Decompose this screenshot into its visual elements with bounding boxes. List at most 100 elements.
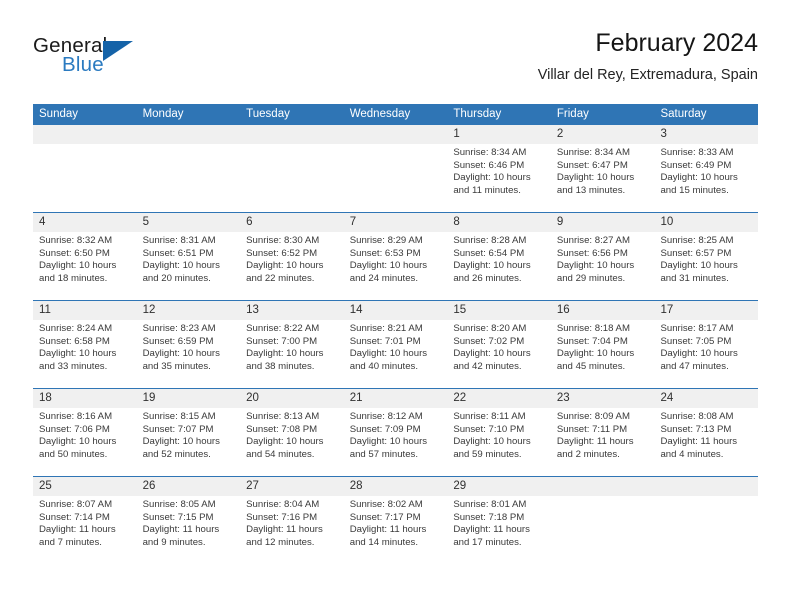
day-info: Sunrise: 8:33 AM Sunset: 6:49 PM Daylight:…: [654, 144, 758, 197]
day-cell[interactable]: 18 Sunrise: 8:16 AM Sunset: 7:06 PM Dayligh…: [33, 389, 137, 476]
page-header: General Blue February 2024 Villar del Re…: [33, 28, 758, 94]
sunrise-text: Sunrise: 8:11 AM: [453, 411, 526, 422]
sunrise-text: Sunrise: 8:21 AM: [349, 323, 423, 334]
day-number: [240, 125, 344, 144]
day-cell[interactable]: 4 Sunrise: 8:32 AM Sunset: 6:50 PM Daylight…: [33, 213, 137, 300]
logo-text-blue: Blue: [62, 53, 104, 76]
day-cell-empty: [33, 125, 137, 212]
day-cell[interactable]: 14 Sunrise: 8:21 AM Sunset: 7:01 PM Dayligh…: [343, 301, 448, 388]
sunset-text: Sunset: 7:06 PM: [39, 423, 110, 435]
day-cell[interactable]: 11 Sunrise: 8:24 AM Sunset: 6:58 PM Dayligh…: [33, 301, 137, 388]
day-info: Sunrise: 8:22 AM Sunset: 7:00 PM Daylight:…: [240, 320, 344, 373]
day-info: Sunrise: 8:23 AM Sunset: 6:59 PM Daylight:…: [137, 320, 241, 373]
title-block: February 2024 Villar del Rey, Extremadur…: [538, 28, 758, 86]
day-cell[interactable]: 13 Sunrise: 8:22 AM Sunset: 7:00 PM Dayligh…: [240, 301, 344, 388]
sunrise-text: Sunrise: 8:33 AM: [660, 147, 734, 158]
day-cell[interactable]: 2 Sunrise: 8:34 AM Sunset: 6:47 PM Daylight…: [550, 125, 655, 212]
sunset-text: Sunset: 6:46 PM: [453, 159, 525, 171]
calendar-week-inner: 11 Sunrise: 8:24 AM Sunset: 6:58 PM Dayligh…: [33, 301, 759, 388]
day-number: 4: [39, 216, 46, 228]
sunset-text: Sunset: 7:09 PM: [349, 423, 421, 435]
sunrise-text: Sunrise: 8:23 AM: [142, 323, 216, 334]
daylight-text: Daylight: 10 hours and 29 minutes.: [556, 260, 635, 284]
sunrise-text: Sunrise: 8:07 AM: [39, 499, 113, 510]
day-cell[interactable]: 22 Sunrise: 8:11 AM Sunset: 7:10 PM Dayligh…: [447, 389, 551, 476]
day-number: 5: [142, 216, 149, 228]
sunset-text: Sunset: 7:17 PM: [349, 511, 421, 523]
day-cell[interactable]: 1 Sunrise: 8:34 AM Sunset: 6:46 PM Daylight…: [447, 125, 551, 212]
day-number: 8: [453, 216, 460, 228]
day-number: 20: [246, 392, 259, 404]
day-number: [654, 477, 758, 496]
sunrise-text: Sunrise: 8:16 AM: [39, 411, 113, 422]
sunrise-text: Sunrise: 8:20 AM: [453, 323, 527, 334]
day-cell[interactable]: 20 Sunrise: 8:13 AM Sunset: 7:08 PM Dayligh…: [240, 389, 344, 476]
day-cell[interactable]: 29 Sunrise: 8:01 AM Sunset: 7:18 PM Dayligh…: [447, 477, 551, 564]
day-cell[interactable]: 26 Sunrise: 8:05 AM Sunset: 7:15 PM Dayligh…: [136, 477, 241, 564]
sunrise-text: Sunrise: 8:01 AM: [453, 499, 527, 510]
sunrise-text: Sunrise: 8:25 AM: [660, 235, 734, 246]
day-cell[interactable]: 7 Sunrise: 8:29 AM Sunset: 6:53 PM Daylight…: [343, 213, 448, 300]
day-cell[interactable]: 8 Sunrise: 8:28 AM Sunset: 6:54 PM Daylight…: [447, 213, 551, 300]
daylight-text: Daylight: 10 hours and 59 minutes.: [453, 436, 531, 460]
sunset-text: Sunset: 7:00 PM: [246, 335, 318, 347]
sunrise-text: Sunrise: 8:02 AM: [349, 499, 423, 510]
day-of-week-header: Sunday Monday Tuesday Wednesday Thursday…: [33, 104, 758, 125]
day-info: Sunrise: 8:04 AM Sunset: 7:16 PM Daylight:…: [240, 496, 344, 549]
sunset-text: Sunset: 7:02 PM: [453, 335, 525, 347]
sunset-text: Sunset: 6:56 PM: [556, 247, 628, 259]
day-cell[interactable]: 15 Sunrise: 8:20 AM Sunset: 7:02 PM Dayligh…: [447, 301, 551, 388]
daylight-text: Daylight: 10 hours and 50 minutes.: [39, 436, 117, 460]
dow-sunday: Sunday: [39, 108, 79, 120]
day-cell[interactable]: 10 Sunrise: 8:25 AM Sunset: 6:57 PM Dayligh…: [654, 213, 759, 300]
day-cell[interactable]: 6 Sunrise: 8:30 AM Sunset: 6:52 PM Daylight…: [240, 213, 344, 300]
calendar-week-row: 25 Sunrise: 8:07 AM Sunset: 7:14 PM Dayligh…: [33, 476, 759, 564]
day-cell[interactable]: 24 Sunrise: 8:08 AM Sunset: 7:13 PM Dayligh…: [654, 389, 759, 476]
sunset-text: Sunset: 7:05 PM: [660, 335, 732, 347]
day-cell[interactable]: 3 Sunrise: 8:33 AM Sunset: 6:49 PM Daylight…: [654, 125, 759, 212]
day-cell[interactable]: 27 Sunrise: 8:04 AM Sunset: 7:16 PM Dayligh…: [240, 477, 344, 564]
day-number: 11: [39, 304, 51, 316]
sunrise-text: Sunrise: 8:32 AM: [39, 235, 113, 246]
daylight-text: Daylight: 10 hours and 54 minutes.: [246, 436, 324, 460]
day-cell[interactable]: 17 Sunrise: 8:17 AM Sunset: 7:05 PM Dayligh…: [654, 301, 759, 388]
daylight-text: Daylight: 10 hours and 33 minutes.: [39, 348, 117, 372]
day-info: Sunrise: 8:15 AM Sunset: 7:07 PM Daylight:…: [137, 408, 241, 461]
sunset-text: Sunset: 7:11 PM: [556, 423, 628, 435]
general-blue-logo[interactable]: General Blue: [33, 34, 233, 90]
daylight-text: Daylight: 10 hours and 13 minutes.: [556, 172, 635, 196]
day-cell[interactable]: 5 Sunrise: 8:31 AM Sunset: 6:51 PM Daylight…: [136, 213, 241, 300]
day-number: 16: [556, 304, 570, 316]
daylight-text: Daylight: 10 hours and 45 minutes.: [556, 348, 635, 372]
sunset-text: Sunset: 6:53 PM: [349, 247, 421, 259]
page-subtitle: Villar del Rey, Extremadura, Spain: [537, 67, 758, 83]
daylight-text: Daylight: 10 hours and 31 minutes.: [660, 260, 738, 284]
sunset-text: Sunset: 6:49 PM: [660, 159, 732, 171]
dow-wednesday: Wednesday: [349, 108, 411, 120]
dow-monday: Monday: [142, 108, 184, 120]
calendar-grid: Sunday Monday Tuesday Wednesday Thursday…: [33, 104, 759, 564]
day-cell[interactable]: 23 Sunrise: 8:09 AM Sunset: 7:11 PM Dayligh…: [550, 389, 655, 476]
sunrise-text: Sunrise: 8:22 AM: [246, 323, 320, 334]
daylight-text: Daylight: 10 hours and 15 minutes.: [660, 172, 738, 196]
day-info: Sunrise: 8:32 AM Sunset: 6:50 PM Daylight:…: [33, 232, 137, 285]
calendar-week-row: 18 Sunrise: 8:16 AM Sunset: 7:06 PM Dayligh…: [33, 388, 759, 476]
sunset-text: Sunset: 6:50 PM: [39, 247, 110, 259]
day-cell[interactable]: 25 Sunrise: 8:07 AM Sunset: 7:14 PM Dayligh…: [33, 477, 137, 564]
day-number: 13: [246, 304, 259, 316]
day-cell[interactable]: 9 Sunrise: 8:27 AM Sunset: 6:56 PM Daylight…: [550, 213, 655, 300]
day-info: Sunrise: 8:05 AM Sunset: 7:15 PM Daylight:…: [137, 496, 241, 549]
day-info: Sunrise: 8:07 AM Sunset: 7:14 PM Daylight:…: [33, 496, 137, 549]
day-cell[interactable]: 28 Sunrise: 8:02 AM Sunset: 7:17 PM Dayligh…: [343, 477, 448, 564]
day-cell[interactable]: 21 Sunrise: 8:12 AM Sunset: 7:09 PM Dayligh…: [343, 389, 448, 476]
day-info: Sunrise: 8:08 AM Sunset: 7:13 PM Daylight:…: [654, 408, 758, 461]
daylight-text: Daylight: 11 hours and 9 minutes.: [142, 524, 220, 548]
day-cell-empty: [240, 125, 344, 212]
day-info: Sunrise: 8:27 AM Sunset: 6:56 PM Daylight:…: [551, 232, 655, 285]
day-cell[interactable]: 16 Sunrise: 8:18 AM Sunset: 7:04 PM Dayligh…: [550, 301, 655, 388]
day-cell[interactable]: 19 Sunrise: 8:15 AM Sunset: 7:07 PM Dayligh…: [136, 389, 241, 476]
sunrise-text: Sunrise: 8:34 AM: [453, 147, 527, 158]
day-number: [551, 477, 655, 496]
daylight-text: Daylight: 10 hours and 20 minutes.: [142, 260, 220, 284]
day-cell[interactable]: 12 Sunrise: 8:23 AM Sunset: 6:59 PM Dayligh…: [136, 301, 241, 388]
